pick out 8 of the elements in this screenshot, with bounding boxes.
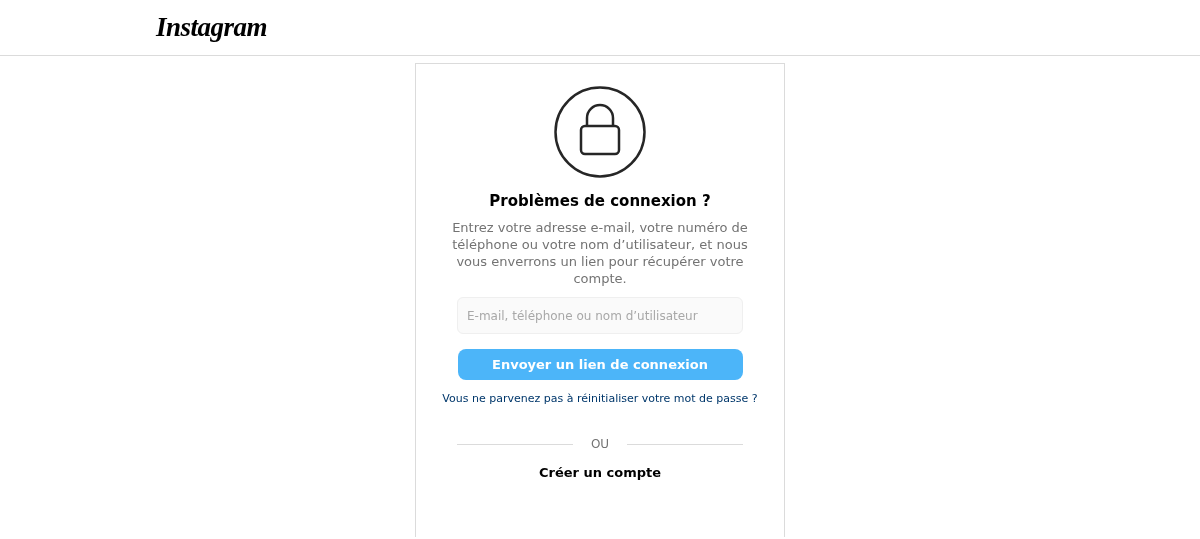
instructions-text: Entrez votre adresse e-mail, votre numéro de téléphone ou votre nom d’utilisateur, et nous vous enverrons un lien pour récupérer votre compte. bbox=[451, 219, 749, 287]
page-title: Problèmes de connexion ? bbox=[489, 192, 711, 210]
reset-password-link[interactable]: Vous ne parvenez pas à réinitialiser votre mot de passe ? bbox=[442, 392, 758, 405]
instagram-logo[interactable]: Instagram bbox=[156, 12, 268, 43]
separator-text: OU bbox=[590, 437, 610, 451]
create-account-link[interactable]: Créer un compte bbox=[538, 465, 662, 480]
lock-icon bbox=[554, 86, 646, 178]
input-field[interactable]: E-mail, téléphone ou nom d’utilisateur bbox=[457, 297, 743, 334]
